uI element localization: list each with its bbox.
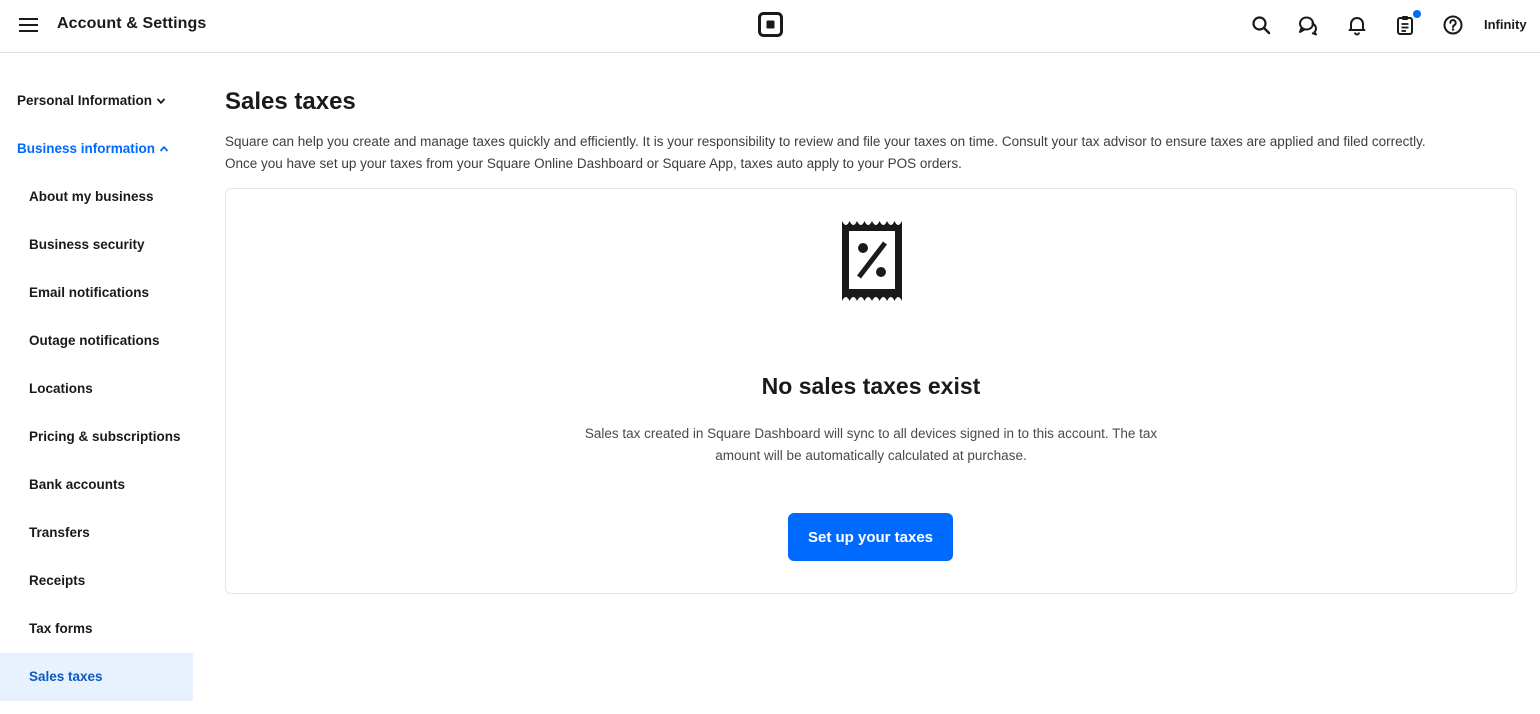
chevron-up-icon (159, 145, 169, 152)
sidebar-item-locations[interactable]: Locations (0, 365, 193, 413)
set-up-taxes-button[interactable]: Set up your taxes (788, 513, 953, 561)
description-line-2: Once you have set up your taxes from you… (225, 156, 962, 171)
sidebar: Personal Information Business informatio… (0, 54, 193, 714)
tax-receipt-icon (841, 221, 903, 301)
sidebar-item-business-security[interactable]: Business security (0, 221, 193, 269)
sidebar-item-email-notifications[interactable]: Email notifications (0, 269, 193, 317)
app-title: Account & Settings (57, 15, 207, 32)
sidebar-group-label: Business information (17, 141, 156, 156)
square-logo-icon[interactable] (758, 12, 783, 37)
empty-state-description: Sales tax created in Square Dashboard wi… (584, 426, 1158, 463)
sidebar-item-receipts[interactable]: Receipts (0, 557, 193, 605)
sidebar-group-label: Personal Information (17, 93, 153, 108)
sidebar-item-transfers[interactable]: Transfers (0, 509, 193, 557)
sidebar-group-personal-information[interactable]: Personal Information (17, 93, 166, 108)
search-icon[interactable] (1250, 14, 1272, 36)
page-description: Square can help you create and manage ta… (225, 131, 1515, 175)
bell-icon[interactable] (1346, 14, 1368, 36)
empty-state-title: No sales taxes exist (761, 373, 981, 399)
chevron-down-icon (156, 97, 166, 104)
empty-state-card: No sales taxes exist Sales tax created i… (225, 188, 1517, 594)
page-title: Sales taxes (225, 88, 356, 115)
sidebar-item-pricing-subscriptions[interactable]: Pricing & subscriptions (0, 413, 193, 461)
description-line-1: Square can help you create and manage ta… (225, 134, 1426, 149)
notification-dot (1413, 10, 1421, 18)
sidebar-item-sales-taxes[interactable]: Sales taxes (0, 653, 193, 701)
sidebar-item-outage-notifications[interactable]: Outage notifications (0, 317, 193, 365)
menu-icon[interactable] (18, 16, 40, 34)
sidebar-group-business-information[interactable]: Business information (17, 141, 169, 156)
sidebar-item-about-my-business[interactable]: About my business (0, 173, 193, 221)
sidebar-item-tax-forms[interactable]: Tax forms (0, 605, 193, 653)
help-icon[interactable] (1442, 14, 1464, 36)
sidebar-item-bank-accounts[interactable]: Bank accounts (0, 461, 193, 509)
top-bar: Account & Settings Infinity (0, 0, 1540, 53)
messages-icon[interactable] (1297, 14, 1319, 36)
account-name[interactable]: Infinity (1484, 17, 1527, 32)
clipboard-icon[interactable] (1394, 14, 1416, 36)
